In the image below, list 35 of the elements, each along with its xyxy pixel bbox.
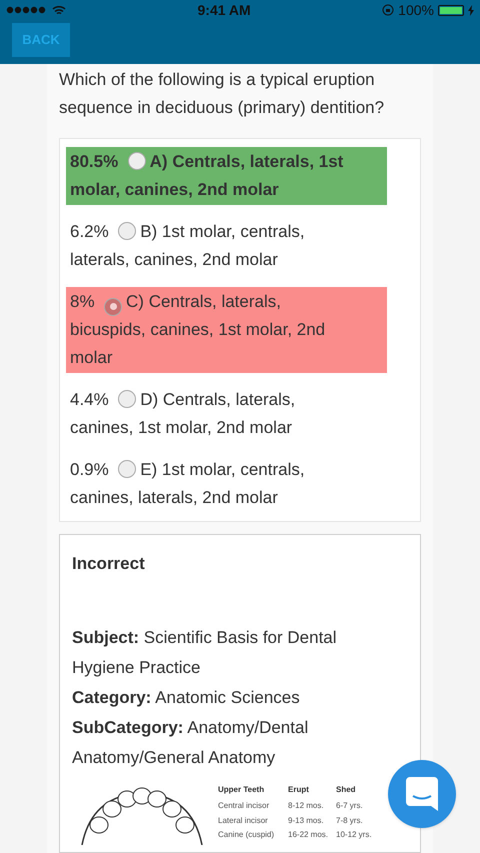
figure-header: Shed [336,784,357,796]
detail-line: Category: Anatomic Sciences [72,686,301,709]
detail-line: SubCategory: Anatomy/Dental Anatomy/General Anatomy [72,716,310,768]
battery-icon [438,4,464,16]
answer-option[interactable]: 8% C) Centrals, laterals, bicuspids, canines, 1st molar, 2nd molar [66,287,387,373]
figure-cell-text: Lateral incisor [218,816,269,826]
question-text: Which of the following is a typical eruption sequence in deciduous (primary) dentition? [59,69,386,119]
answer-option[interactable]: 80.5% A) Centrals, laterals, 1st molar, canines, 2nd molar [66,147,387,205]
status-time: 9:41 AM [198,0,251,20]
signal-icon [6,6,48,14]
charging-icon [468,4,474,16]
figure-cell-text: 9-13 mos. [288,816,325,826]
radio-button[interactable] [118,460,136,478]
figure-cell-text: Canine (cuspid) [218,830,276,841]
figure-cell-text: 6-7 yrs. [336,801,364,812]
radio-button[interactable] [128,152,146,170]
figure-cell-text: Central incisor [218,801,270,812]
figure-header: Erupt [288,784,310,796]
rotation-lock-icon [382,4,394,16]
battery-percent: 100% [398,0,434,20]
figure-cell-text: 16-22 mos. [288,830,330,841]
answer-option[interactable]: 0.9% E) 1st molar, centrals, canines, laterals, 2nd molar [66,455,387,513]
figure-header: Upper Teeth [218,784,266,796]
answer-option[interactable]: 6.2% B) 1st molar, centrals, laterals, canines, 2nd molar [66,217,387,275]
radio-button[interactable] [118,390,136,408]
figure-cell-text: 7-8 yrs. [336,816,364,827]
chat-icon [406,777,438,811]
radio-button[interactable] [104,298,122,316]
radio-button[interactable] [118,222,136,240]
answer-option[interactable]: 4.4% D) Centrals, laterals, canines, 1st molar, 2nd molar [66,385,387,443]
result-title: Incorrect [72,553,146,575]
figure-cell-text: 10-12 yrs. [336,830,373,841]
wifi-icon [52,4,66,16]
figure-cell-text: 8-12 mos. [288,801,325,812]
detail-line: Subject: Scientific Basis for Dental Hygiene Practice [72,626,338,678]
